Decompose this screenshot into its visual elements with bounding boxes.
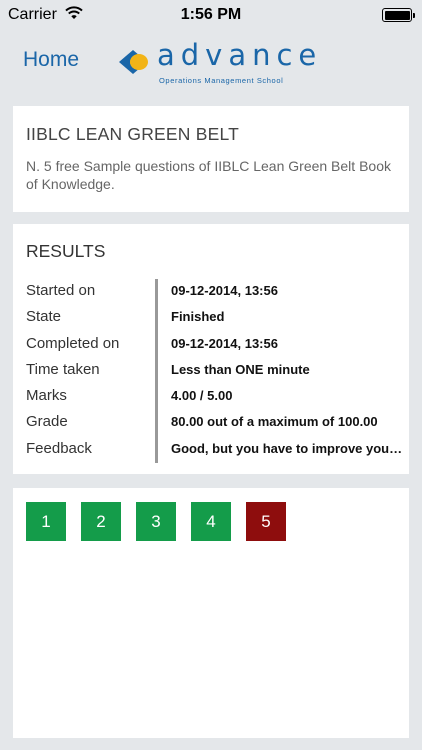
result-row-completed-on: Completed on 09-12-2014, 13:56 [26, 332, 401, 358]
status-bar: Carrier 1:56 PM [0, 0, 422, 30]
logo-mark-icon [119, 50, 148, 74]
result-label: Started on [26, 282, 96, 299]
status-time: 1:56 PM [180, 6, 242, 23]
question-nav-card: 1 2 3 4 5 [13, 488, 409, 738]
result-row-state: State Finished [26, 305, 401, 331]
result-label: Marks [26, 387, 67, 405]
question-button-1[interactable]: 1 [26, 502, 66, 541]
question-button-3[interactable]: 3 [136, 502, 176, 541]
question-button-4[interactable]: 4 [191, 502, 231, 541]
result-value: Finished [171, 309, 225, 325]
result-value: Good, but you have to improve you… [171, 440, 403, 456]
home-button[interactable]: Home [23, 48, 79, 72]
result-label: Grade [26, 413, 68, 431]
course-card: IIBLC LEAN GREEN BELT N. 5 free Sample q… [13, 106, 409, 212]
result-row-grade: Grade 80.00 out of a maximum of 100.00 [26, 410, 401, 436]
advance-logo: advance Operations Management School [117, 38, 317, 90]
question-buttons: 1 2 3 4 5 [26, 502, 396, 541]
course-title: IIBLC LEAN GREEN BELT [26, 124, 239, 144]
result-value: 09-12-2014, 13:56 [171, 335, 278, 351]
result-row-time-taken: Time taken Less than ONE minute [26, 358, 401, 384]
result-label: Time taken [26, 360, 100, 378]
result-label: Completed on [26, 334, 120, 352]
logo-word: advance [157, 38, 323, 72]
result-value: Less than ONE minute [171, 361, 310, 377]
results-card: RESULTS Started on 09-12-2014, 13:56 Sta… [13, 224, 409, 474]
result-row-marks: Marks 4.00 / 5.00 [26, 384, 401, 410]
results-table: Started on 09-12-2014, 13:56 State Finis… [26, 279, 402, 463]
question-button-5[interactable]: 5 [246, 502, 286, 541]
result-label: Feedback [26, 439, 92, 457]
results-title: RESULTS [26, 241, 106, 261]
logo-subtitle: Operations Management School [159, 76, 284, 85]
result-value: 80.00 out of a maximum of 100.00 [171, 414, 378, 430]
result-value: 4.00 / 5.00 [171, 388, 233, 404]
result-label: State [26, 308, 62, 326]
result-row-started-on: Started on 09-12-2014, 13:56 [26, 279, 401, 305]
course-description: N. 5 free Sample questions of IIBLC Lean… [26, 158, 391, 192]
result-value: 09-12-2014, 13:56 [171, 283, 278, 298]
battery-icon [382, 8, 415, 22]
question-button-2[interactable]: 2 [81, 502, 121, 541]
result-row-feedback: Feedback Good, but you have to improve y… [26, 437, 402, 463]
nav-bar: Home advance Operations Management Schoo… [0, 30, 422, 94]
